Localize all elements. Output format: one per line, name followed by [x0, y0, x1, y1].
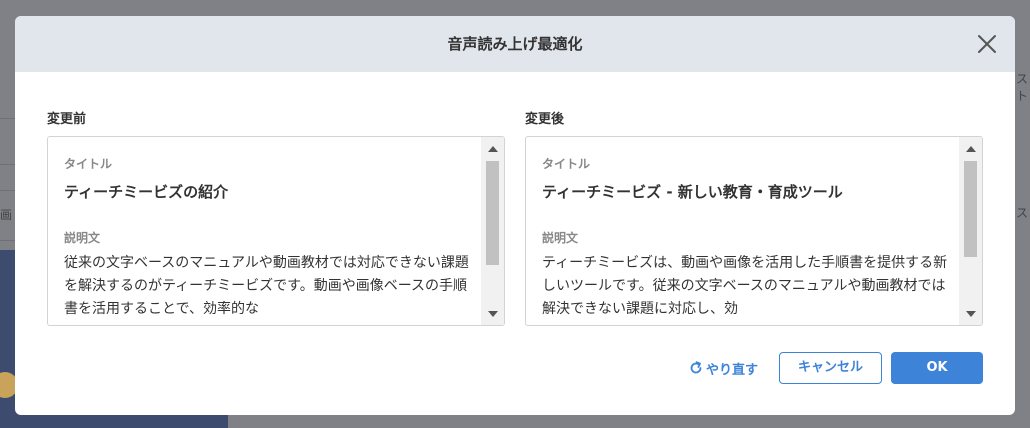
scroll-up-arrow-icon[interactable]: [481, 141, 504, 158]
scrollbar-thumb[interactable]: [486, 161, 499, 265]
close-icon: [978, 35, 996, 53]
redo-label: やり直す: [706, 362, 759, 378]
before-desc-value: 従来の文字ベースのマニュアルや動画教材では対応できない課題を解決するのがティーチ…: [64, 255, 469, 317]
after-title-label: タイトル: [542, 157, 591, 171]
scroll-down-arrow-icon[interactable]: [959, 305, 982, 322]
before-scrollbar[interactable]: [481, 137, 504, 325]
redo-button[interactable]: やり直す: [689, 352, 758, 384]
cancel-button[interactable]: キャンセル: [779, 352, 882, 384]
before-panel-content: タイトル ティーチミービズの紹介 説明文 従来の文字ベースのマニュアルや動画教材…: [64, 137, 472, 325]
after-panel-content: タイトル ティーチミービズ - 新しい教育・育成ツール 説明文 ティーチミービズ…: [542, 137, 950, 325]
before-desc-label: 説明文: [64, 231, 101, 245]
after-desc-label: 説明文: [542, 231, 579, 245]
background-text: スト: [1016, 72, 1029, 103]
background-text: 画: [0, 208, 13, 222]
close-button[interactable]: [976, 33, 998, 55]
after-desc-value: ティーチミービズは、動画や画像を活用した手順書を提供する新しいツールです。従来の…: [542, 255, 948, 317]
after-scrollbar[interactable]: [959, 137, 982, 325]
after-panel[interactable]: タイトル ティーチミービズ - 新しい教育・育成ツール 説明文 ティーチミービズ…: [525, 136, 983, 326]
dialog-header: 音声読み上げ最適化: [15, 16, 1015, 72]
scroll-down-arrow-icon[interactable]: [481, 305, 504, 322]
before-panel[interactable]: タイトル ティーチミービズの紹介 説明文 従来の文字ベースのマニュアルや動画教材…: [47, 136, 505, 326]
background-text: ス: [1016, 206, 1029, 220]
before-heading: 変更前: [47, 112, 87, 127]
scrollbar-thumb[interactable]: [964, 161, 977, 257]
scroll-up-arrow-icon[interactable]: [959, 141, 982, 158]
after-title-value: ティーチミービズ - 新しい教育・育成ツール: [542, 183, 843, 201]
after-heading: 変更後: [525, 112, 565, 127]
before-title-label: タイトル: [64, 157, 113, 171]
voice-optimization-dialog: 音声読み上げ最適化 変更前 タイトル ティーチミービズの紹介 説明文 従来の文字…: [15, 16, 1015, 415]
ok-button[interactable]: OK: [891, 352, 983, 384]
dialog-title: 音声読み上げ最適化: [447, 35, 583, 53]
redo-icon: [690, 361, 702, 374]
before-title-value: ティーチミービズの紹介: [64, 183, 229, 201]
